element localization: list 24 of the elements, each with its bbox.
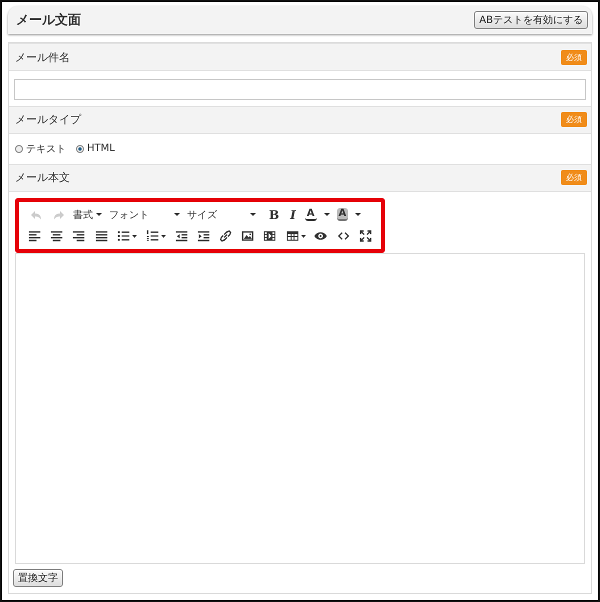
radio-button[interactable] — [15, 144, 23, 152]
section-label: メール本文 — [15, 170, 70, 185]
radio-label: テキスト — [26, 142, 66, 156]
page-title: メール文面 — [16, 12, 81, 29]
italic-button[interactable]: I — [288, 208, 298, 222]
section-label: メールタイプ — [15, 112, 81, 127]
fullscreen-icon[interactable] — [358, 228, 374, 244]
numbered-list-icon[interactable] — [144, 228, 167, 244]
background-color-button[interactable]: A — [336, 208, 348, 221]
required-badge: 必須 — [561, 50, 587, 64]
dropdown[interactable]: フォント — [109, 208, 180, 222]
radio-button[interactable] — [76, 144, 84, 152]
dropdown[interactable]: サイズ — [187, 208, 256, 222]
required-badge: 必須 — [561, 112, 587, 127]
ab-test-button[interactable]: ABテストを有効にする — [474, 11, 588, 29]
required-badge: 必須 — [561, 170, 587, 185]
subject-input-field[interactable] — [14, 78, 586, 100]
text-color-button[interactable]: A — [304, 208, 317, 221]
radio-label: HTML — [87, 143, 115, 154]
link-icon[interactable] — [218, 228, 234, 244]
dropdown[interactable]: 書式 — [73, 208, 102, 222]
section-label: メール件名 — [15, 50, 70, 64]
insert-placeholder-button[interactable]: 置換文字 — [13, 569, 63, 587]
bold-button[interactable]: B — [267, 208, 282, 222]
